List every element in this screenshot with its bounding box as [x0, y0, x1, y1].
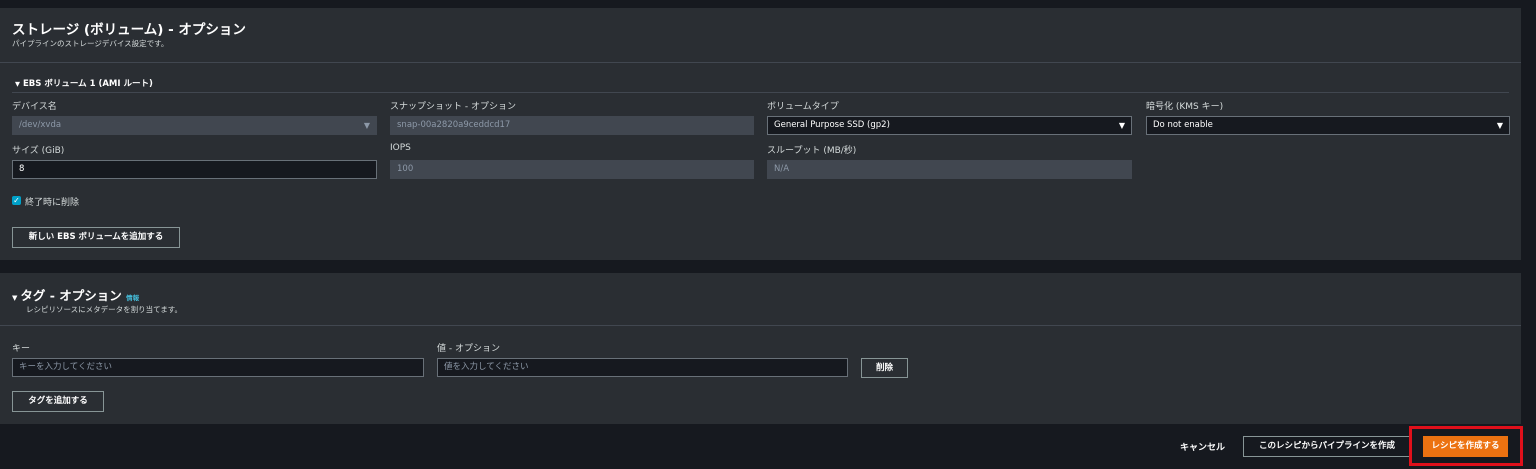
tag-value-placeholder: 値を入力してください: [444, 362, 529, 372]
iops-value: 100: [397, 164, 414, 174]
divider: [0, 325, 1521, 326]
encryption-select[interactable]: Do not enable ▼: [1146, 116, 1510, 135]
device-name-label: デバイス名: [12, 102, 57, 112]
add-tag-button[interactable]: タグを追加する: [12, 391, 104, 412]
iops-input: 100: [390, 160, 754, 179]
collapse-icon: ▼: [12, 294, 18, 302]
volume-section-toggle[interactable]: ▼ EBS ボリューム 1 (AMI ルート): [15, 77, 153, 89]
highlight-box: [1409, 426, 1523, 466]
storage-description: パイプラインのストレージデバイス設定です。: [12, 39, 169, 48]
size-value: 8: [19, 164, 25, 174]
snapshot-label: スナップショット - オプション: [390, 102, 516, 112]
device-name-value: /dev/xvda: [19, 120, 62, 130]
chevron-down-icon: ▼: [1118, 121, 1125, 130]
volume-type-select[interactable]: General Purpose SSD (gp2) ▼: [767, 116, 1132, 135]
tag-key-input[interactable]: キーを入力してください: [12, 358, 424, 377]
divider: [12, 92, 1509, 93]
create-pipeline-button[interactable]: このレシピからパイプラインを作成: [1243, 436, 1411, 457]
snapshot-value: snap-00a2820a9ceddcd17: [397, 120, 511, 130]
tag-key-label: キー: [12, 344, 31, 354]
tags-section-toggle[interactable]: ▼ タグ - オプション 情報: [12, 285, 139, 304]
tag-value-input[interactable]: 値を入力してください: [437, 358, 848, 377]
chevron-down-icon: ▼: [363, 121, 370, 130]
tags-panel: [0, 273, 1521, 424]
snapshot-input: snap-00a2820a9ceddcd17: [390, 116, 754, 135]
collapse-icon: ▼: [15, 80, 20, 88]
volume-type-value: General Purpose SSD (gp2): [774, 120, 890, 130]
tag-value-label: 値 - オプション: [437, 344, 500, 354]
encryption-value: Do not enable: [1153, 120, 1213, 130]
throughput-input: N/A: [767, 160, 1132, 179]
size-label: サイズ (GiB): [12, 146, 65, 156]
throughput-value: N/A: [774, 164, 790, 174]
chevron-down-icon: ▼: [1496, 121, 1503, 130]
cancel-button[interactable]: キャンセル: [1180, 440, 1225, 453]
add-volume-button[interactable]: 新しい EBS ボリュームを追加する: [12, 227, 180, 248]
throughput-label: スループット (MB/秒): [767, 146, 857, 156]
storage-title: ストレージ (ボリューム) - オプション: [12, 22, 246, 38]
device-name-select: /dev/xvda ▼: [12, 116, 377, 135]
divider: [0, 62, 1521, 63]
volume-section-header: EBS ボリューム 1 (AMI ルート): [23, 79, 153, 89]
remove-tag-button[interactable]: 削除: [861, 358, 908, 378]
tags-description: レシピリソースにメタデータを割り当てます。: [26, 305, 182, 314]
delete-on-termination-label: 終了時に削除: [25, 198, 80, 208]
delete-on-termination-checkbox[interactable]: ✓: [12, 196, 21, 205]
iops-label: IOPS: [390, 143, 411, 153]
volume-type-label: ボリュームタイプ: [767, 102, 839, 112]
encryption-label: 暗号化 (KMS キー): [1146, 102, 1224, 112]
check-icon: ✓: [13, 196, 20, 205]
tags-title: タグ - オプション: [20, 288, 122, 303]
tags-info-link[interactable]: 情報: [126, 294, 139, 302]
size-input[interactable]: 8: [12, 160, 377, 179]
tag-key-placeholder: キーを入力してください: [19, 362, 112, 372]
